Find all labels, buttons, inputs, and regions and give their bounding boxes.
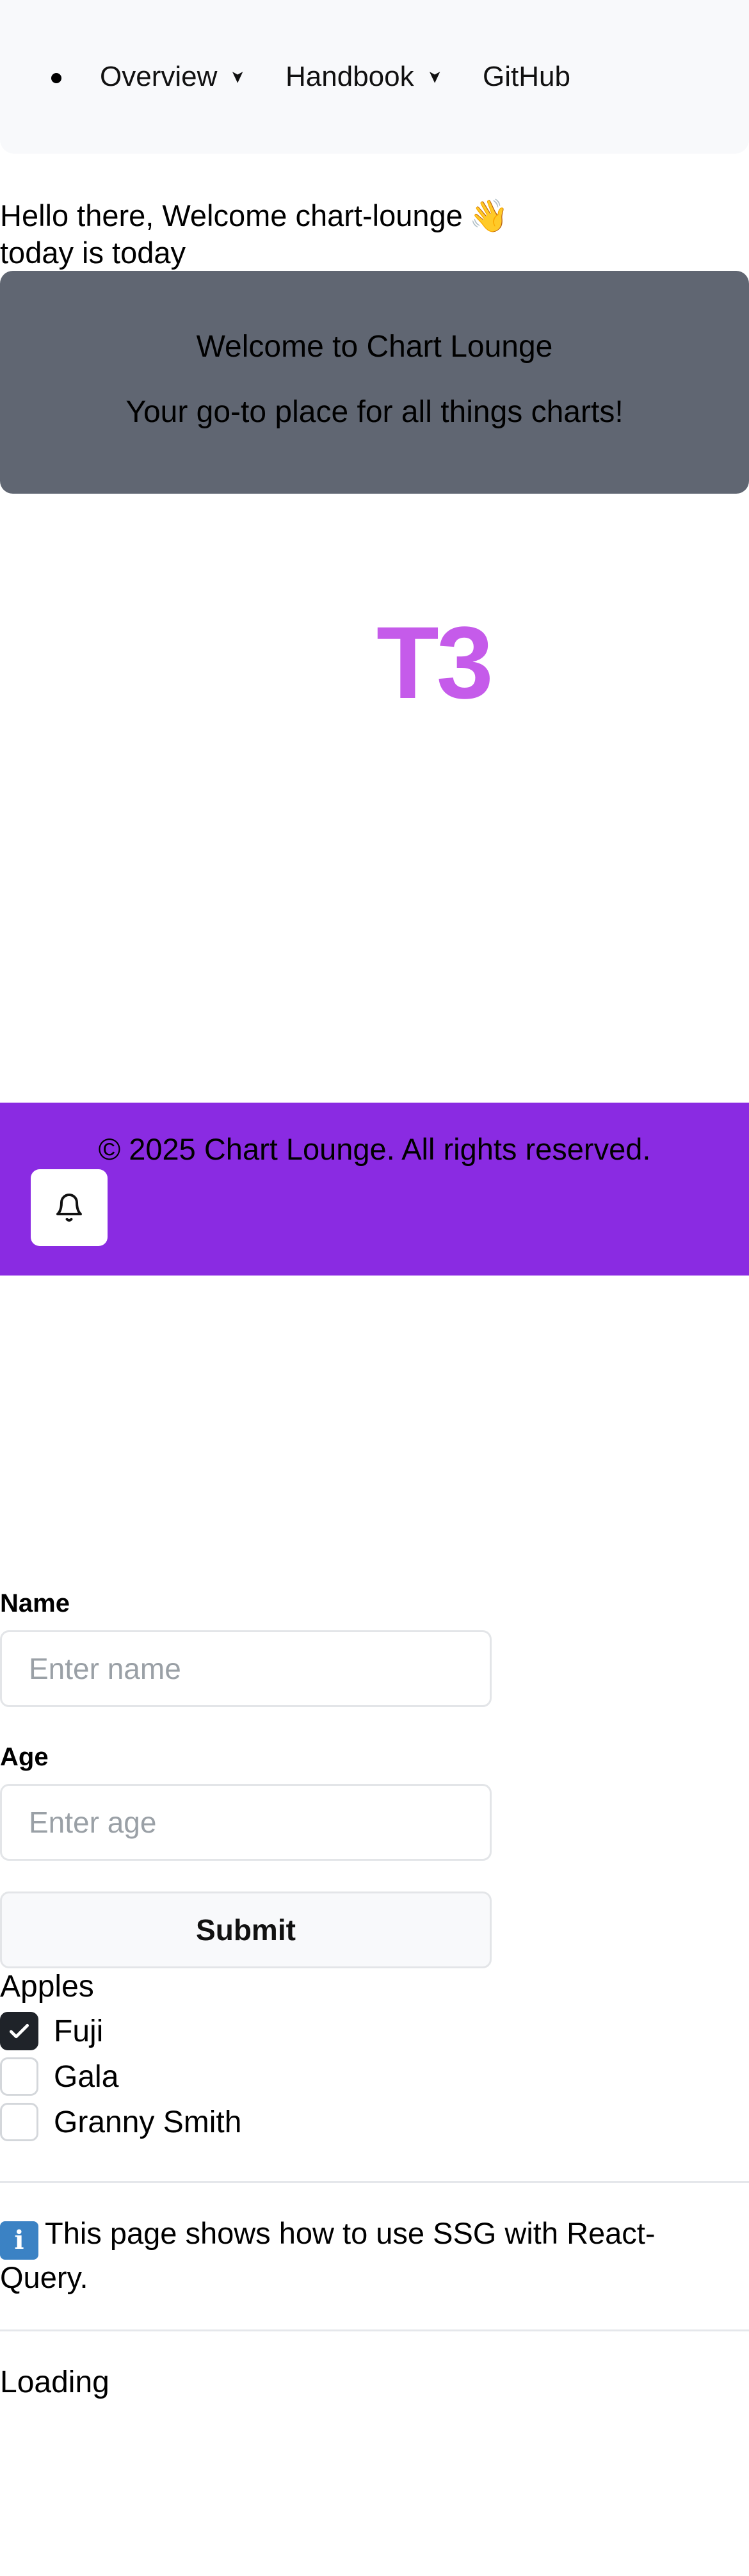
name-label: Name — [0, 1589, 70, 1617]
submit-button[interactable]: Submit — [0, 1891, 492, 1968]
t3-logo: T3 — [376, 605, 494, 720]
hero-subtitle: Your go-to place for all things charts! — [125, 395, 624, 429]
hero-banner: Welcome to Chart Lounge Your go-to place… — [0, 271, 749, 494]
nav-item-label: Overview — [100, 61, 218, 92]
checkmark-icon — [9, 2023, 29, 2039]
checkbox-option-gala[interactable]: Gala — [0, 2057, 118, 2096]
hero-title: Welcome to Chart Lounge — [196, 330, 553, 364]
footer: © 2025 Chart Lounge. All rights reserved… — [0, 1103, 749, 1276]
loading-status: Loading — [0, 2365, 109, 2399]
checkbox-group-legend: Apples — [0, 1970, 94, 2004]
checkbox-label: Gala — [54, 2059, 119, 2094]
info-icon: i — [0, 2221, 38, 2260]
chevron-down-icon: ➤ — [229, 70, 248, 84]
notifications-button[interactable] — [31, 1169, 108, 1246]
checkbox-option-fuji[interactable]: Fuji — [0, 2012, 103, 2050]
chevron-down-icon: ➤ — [425, 70, 445, 84]
info-note: i This page shows how to use SSG with Rea… — [0, 2216, 704, 2296]
checkbox-checked[interactable] — [0, 2012, 38, 2050]
checkbox-label: Granny Smith — [54, 2105, 242, 2139]
checkbox-unchecked[interactable] — [0, 2057, 38, 2096]
nav-item-github[interactable]: GitHub — [483, 60, 570, 93]
checkbox-unchecked[interactable] — [0, 2103, 38, 2141]
waving-hand-icon: 👋 — [469, 198, 510, 234]
age-label: Age — [0, 1743, 49, 1771]
copyright-text: © 2025 Chart Lounge. All rights reserved… — [98, 1132, 651, 1166]
list-bullet — [51, 73, 61, 83]
info-text: This page shows how to use SSG with Reac… — [0, 2216, 656, 2294]
nav-item-label: Handbook — [286, 61, 414, 92]
date-text: today is today — [0, 236, 186, 270]
divider — [0, 2181, 749, 2183]
greeting-text: Hello there, Welcome chart-lounge — [0, 198, 463, 232]
checkbox-label: Fuji — [54, 2014, 104, 2048]
top-navigation: Overview ➤ Handbook ➤ GitHub — [0, 0, 749, 154]
greeting: Hello there, Welcome chart-lounge 👋 toda… — [0, 197, 509, 271]
checkbox-option-granny-smith[interactable]: Granny Smith — [0, 2103, 241, 2141]
nav-item-handbook[interactable]: Handbook ➤ — [286, 60, 445, 93]
divider — [0, 2329, 749, 2331]
nav-item-label: GitHub — [483, 61, 570, 92]
bell-icon — [56, 1194, 82, 1222]
nav-item-overview[interactable]: Overview ➤ — [100, 60, 248, 93]
name-input[interactable] — [0, 1630, 492, 1707]
age-input[interactable] — [0, 1784, 492, 1861]
